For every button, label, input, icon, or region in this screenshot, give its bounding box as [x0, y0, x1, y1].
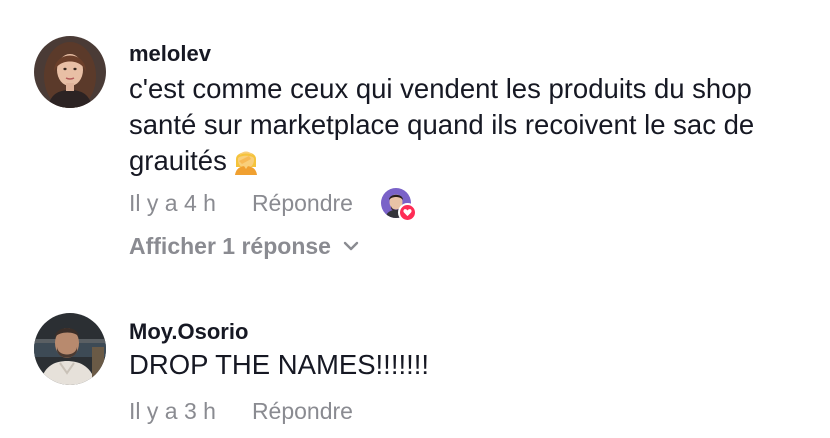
comment-text: c'est comme ceux qui vendent les produit… — [129, 71, 819, 179]
comment-username[interactable]: Moy.Osorio — [129, 317, 819, 347]
creator-liked-avatar-icon — [380, 188, 417, 222]
comment-text: DROP THE NAMES!!!!!!! — [129, 349, 430, 380]
view-replies-button[interactable]: Afficher 1 réponse — [129, 231, 819, 261]
reply-button[interactable]: Répondre — [252, 190, 353, 217]
comment-meta: Il y a 3 h Répondre — [129, 393, 819, 429]
reply-button[interactable]: Répondre — [252, 398, 353, 425]
comment-timestamp: Il y a 3 h — [129, 397, 216, 424]
comment-body: c'est comme ceux qui vendent les produit… — [129, 73, 755, 176]
comment-timestamp: Il y a 4 h — [129, 189, 216, 216]
woman-facepalming-emoji-icon — [231, 145, 261, 175]
heart-icon — [397, 203, 417, 222]
woman-portrait-icon — [34, 36, 106, 108]
avatar[interactable] — [34, 313, 106, 385]
avatar[interactable] — [34, 36, 106, 108]
view-replies-label: Afficher 1 réponse — [129, 232, 331, 259]
man-portrait-icon — [34, 313, 106, 385]
chevron-down-icon — [343, 241, 359, 251]
comment-meta: Il y a 4 h Répondre — [129, 185, 819, 222]
comment-username[interactable]: melolev — [129, 39, 819, 69]
